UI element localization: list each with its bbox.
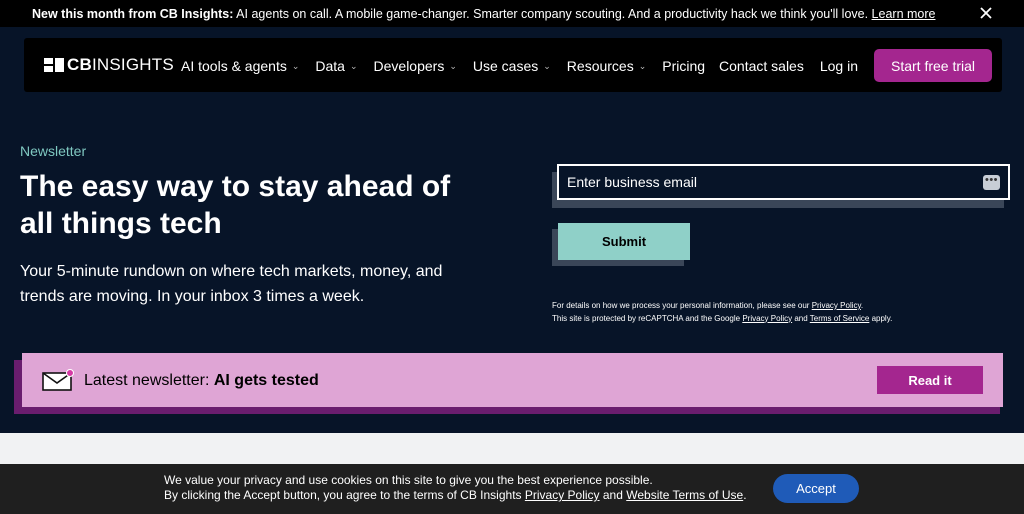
- nav-item-ai-tools-agents[interactable]: AI tools & agents ⌄: [181, 58, 299, 74]
- newsletter-title: AI gets tested: [213, 372, 319, 389]
- cb-insights-logo[interactable]: CBINSIGHTS: [44, 55, 174, 74]
- nav-item-developers[interactable]: Developers ⌄: [374, 58, 457, 74]
- nav-right: Contact sales Log in Start free trial: [719, 49, 992, 82]
- nav-item-data[interactable]: Data ⌄: [315, 58, 357, 74]
- main-nav: CBINSIGHTS AI tools & agents ⌄ Data ⌄ Develo…: [24, 38, 1002, 92]
- nav-item-use-cases[interactable]: Use cases ⌄: [473, 58, 551, 74]
- legal-notice: For details on how we process your perso…: [552, 300, 892, 325]
- chevron-down-icon: ⌄: [638, 60, 647, 71]
- nav-menu: AI tools & agents ⌄ Data ⌄ Developers ⌄ Use ca…: [181, 58, 721, 74]
- chevron-down-icon: ⌄: [543, 60, 551, 71]
- announcement-lead: New this month from CB Insights:: [32, 7, 234, 21]
- google-privacy-policy-link[interactable]: Privacy Policy: [742, 314, 792, 323]
- nav-item-label: AI tools & agents: [181, 58, 287, 74]
- nav-item-label: Use cases: [472, 58, 539, 74]
- contact-sales-link[interactable]: Contact sales: [719, 58, 804, 74]
- envelope-icon: [42, 369, 74, 391]
- learn-more-link[interactable]: Learn more: [872, 7, 936, 21]
- announcement-text: New this month from CB Insights: AI agen…: [32, 7, 935, 21]
- legal-line-1: For details on how we process your perso…: [552, 301, 864, 310]
- email-placeholder: Enter business email: [567, 174, 697, 190]
- privacy-policy-link[interactable]: Privacy Policy: [812, 301, 861, 310]
- chevron-down-icon: ⌄: [291, 60, 300, 71]
- section-eyebrow: Newsletter: [20, 143, 87, 159]
- log-in-link[interactable]: Log in: [820, 58, 858, 74]
- cookie-banner: We value your privacy and use cookies on…: [0, 464, 1024, 514]
- legal-line-2: This site is protected by reCAPTCHA and …: [552, 313, 893, 323]
- cookie-line-2: By clicking the Accept button, you agree…: [164, 488, 747, 502]
- start-free-trial-button[interactable]: Start free trial: [874, 49, 992, 82]
- announcement-bar: New this month from CB Insights: AI agen…: [0, 0, 1024, 27]
- accept-cookies-button[interactable]: Accept: [773, 474, 859, 503]
- latest-newsletter-banner: Latest newsletter: AI gets tested Read i…: [22, 353, 1003, 407]
- nav-item-resources[interactable]: Resources ⌄: [567, 58, 646, 74]
- cookie-line-1: We value your privacy and use cookies on…: [164, 473, 653, 487]
- nav-item-label: Data: [315, 58, 345, 74]
- close-icon[interactable]: [978, 4, 994, 22]
- cookie-text: We value your privacy and use cookies on…: [164, 473, 747, 503]
- logo-mark-icon: [44, 58, 64, 72]
- content-area: [0, 433, 1024, 464]
- read-it-button[interactable]: Read it: [877, 366, 983, 394]
- logo-wordmark: CBINSIGHTS: [67, 55, 174, 74]
- chevron-down-icon: ⌄: [449, 60, 457, 71]
- email-field[interactable]: Enter business email •••: [557, 164, 1010, 200]
- chevron-down-icon: ⌄: [349, 60, 358, 71]
- website-terms-link[interactable]: Website Terms of Use: [626, 488, 743, 502]
- nav-item-pricing[interactable]: Pricing: [662, 58, 705, 74]
- nav-item-label: Resources: [566, 58, 634, 74]
- password-manager-icon[interactable]: •••: [983, 175, 1000, 190]
- latest-newsletter-text: Latest newsletter: AI gets tested: [84, 372, 319, 389]
- nav-item-label: Pricing: [662, 58, 706, 74]
- page-title: The easy way to stay ahead of all things…: [20, 170, 451, 240]
- cookie-privacy-policy-link[interactable]: Privacy Policy: [525, 488, 600, 502]
- submit-button[interactable]: Submit: [558, 223, 690, 260]
- page-subtitle: Your 5-minute rundown on where tech mark…: [20, 263, 443, 305]
- google-terms-link[interactable]: Terms of Service: [810, 314, 870, 323]
- nav-item-label: Developers: [373, 58, 445, 74]
- announcement-body: AI agents on call. A mobile game-changer…: [233, 7, 872, 21]
